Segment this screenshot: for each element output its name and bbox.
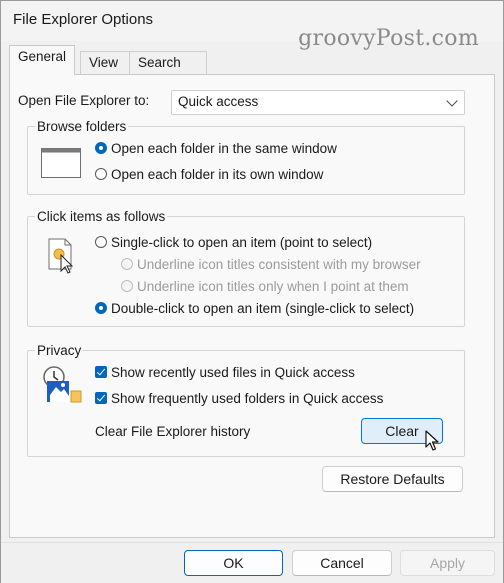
cancel-button[interactable]: Cancel bbox=[292, 550, 392, 576]
chevron-down-icon bbox=[446, 95, 458, 107]
window-title: File Explorer Options bbox=[13, 11, 154, 28]
click-mode-icon bbox=[47, 237, 77, 275]
option-same-window-label: Open each folder in the same window bbox=[111, 141, 337, 156]
open-file-explorer-dropdown[interactable]: Quick access bbox=[171, 90, 465, 115]
mouse-pointer-icon bbox=[424, 430, 440, 452]
radio-single-click[interactable] bbox=[95, 236, 107, 248]
radio-own-window[interactable] bbox=[95, 168, 107, 180]
option-single-click-label: Single-click to open an item (point to s… bbox=[111, 235, 373, 250]
watermark: groovyPost.com bbox=[298, 26, 479, 51]
title-bar: File Explorer Options groovyPost.com bbox=[1, 1, 503, 51]
radio-underline-point[interactable] bbox=[121, 280, 133, 292]
open-file-explorer-label: Open File Explorer to: bbox=[18, 93, 150, 108]
restore-defaults-button[interactable]: Restore Defaults bbox=[322, 466, 463, 492]
tab-search[interactable]: Search bbox=[129, 51, 207, 74]
browse-folders-group: Browse folders bbox=[27, 119, 465, 195]
option-double-click-label: Double-click to open an item (single-cli… bbox=[111, 301, 415, 316]
radio-double-click[interactable] bbox=[95, 302, 107, 314]
checkbox-recent-files[interactable] bbox=[95, 366, 107, 378]
privacy-legend: Privacy bbox=[37, 343, 82, 358]
option-underline-browser-label: Underline icon titles consistent with my… bbox=[137, 257, 421, 272]
click-items-legend: Click items as follows bbox=[37, 209, 166, 224]
dropdown-value: Quick access bbox=[178, 94, 259, 109]
tab-general[interactable]: General bbox=[9, 45, 76, 75]
clear-history-label: Clear File Explorer history bbox=[95, 424, 251, 439]
tab-view[interactable]: View bbox=[80, 51, 136, 74]
apply-button[interactable]: Apply bbox=[400, 550, 495, 576]
radio-underline-browser[interactable] bbox=[121, 258, 133, 270]
option-recent-files-label: Show recently used files in Quick access bbox=[111, 365, 355, 380]
option-own-window-label: Open each folder in its own window bbox=[111, 167, 324, 182]
browse-folders-legend: Browse folders bbox=[37, 119, 127, 134]
radio-same-window[interactable] bbox=[95, 142, 107, 154]
checkbox-frequent-folders[interactable] bbox=[95, 392, 107, 404]
option-underline-point-label: Underline icon titles only when I point … bbox=[137, 279, 409, 294]
file-explorer-options-dialog: File Explorer Options groovyPost.com Gen… bbox=[0, 0, 504, 583]
recent-files-icon bbox=[41, 365, 83, 405]
window-icon bbox=[41, 148, 81, 178]
option-frequent-folders-label: Show frequently used folders in Quick ac… bbox=[111, 391, 384, 406]
ok-button[interactable]: OK bbox=[184, 550, 283, 576]
